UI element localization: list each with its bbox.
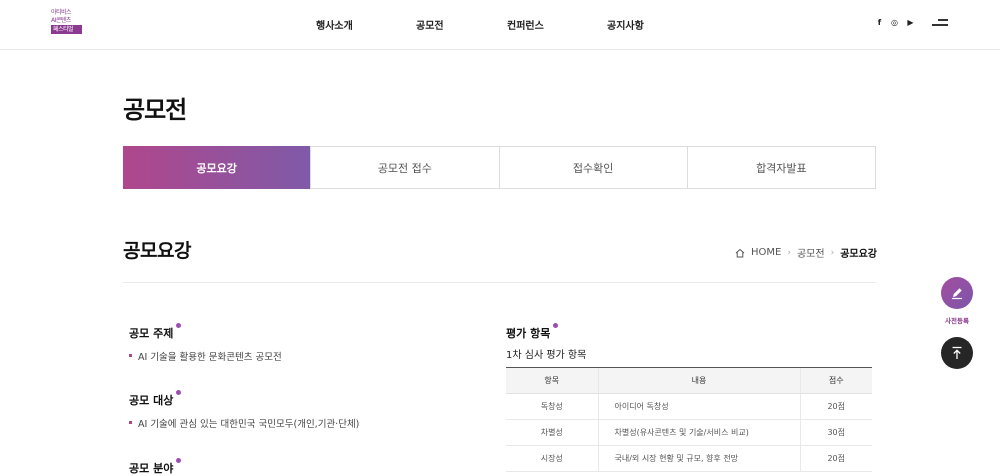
evaluation-section: 평가 항목 1차 심사 평가 항목 항목 내용 점수 독창성 아이디어 독창성 … [506,322,872,472]
nav-item-contest[interactable]: 공모전 [416,17,444,32]
topic-block: 공모 주제 AI 기술을 활용한 문화콘텐츠 공모전 [129,322,282,363]
site-header: 아티비스 AI콘텐츠 페스티벌 행사소개 공모전 컨퍼런스 공지사항 f ◎ ▶ [0,0,1000,50]
row-score: 20점 [799,393,872,420]
pre-register-button[interactable] [941,277,973,309]
row-content: 아이디어 독창성 [597,393,800,420]
breadcrumb-home[interactable]: HOME [751,247,781,258]
column-header-content: 내용 [597,367,800,394]
contest-tabs: 공모요강 공모전 접수 접수확인 합격자발표 [123,146,876,189]
row-item: 독창성 [506,393,598,420]
table-row: 독창성 아이디어 독창성 20점 [506,393,872,420]
row-content: 차별성(유사콘텐츠 및 기술/서비스 비교) [597,419,800,446]
instagram-icon[interactable]: ◎ [890,18,899,27]
tab-guidelines[interactable]: 공모요강 [123,146,312,189]
chevron-right-icon: › [787,247,791,258]
home-icon[interactable] [735,248,745,258]
target-block: 공모 대상 AI 기술에 관심 있는 대한민국 국민모두(개인,기관·단체) [129,389,359,430]
row-score: 20점 [799,445,872,472]
column-header-item: 항목 [506,367,598,394]
row-item: 시장성 [506,445,598,472]
evaluation-subtitle: 1차 심사 평가 항목 [506,350,587,361]
logo-line-1: 아티비스 [51,9,72,16]
arrow-up-icon [952,346,962,359]
page-title: 공모전 [123,96,187,124]
nav-item-event-intro[interactable]: 행사소개 [316,17,353,32]
youtube-icon[interactable]: ▶ [906,18,915,27]
section-divider [123,282,876,283]
target-text: AI 기술에 관심 있는 대한민국 국민모두(개인,기관·단체) [129,416,359,430]
festival-logo[interactable]: 아티비스 AI콘텐츠 페스티벌 [51,9,82,38]
field-block: 공모 분야 [129,457,182,476]
nav-item-conference[interactable]: 컨퍼런스 [507,17,544,32]
field-heading: 공모 분야 [129,458,182,475]
pencil-icon [952,288,962,300]
row-item: 차별성 [506,419,598,446]
evaluation-heading: 평가 항목 [506,323,559,340]
nav-item-notice[interactable]: 공지사항 [607,17,644,32]
evaluation-table: 항목 내용 점수 독창성 아이디어 독창성 20점 차별성 차별성(유사콘텐츠 … [506,367,872,472]
scroll-top-button[interactable] [941,337,973,369]
tab-application[interactable]: 공모전 접수 [311,147,500,188]
tab-confirm[interactable]: 접수확인 [500,147,688,188]
section-title: 공모요강 [123,240,191,262]
logo-line-2: AI콘텐츠 [51,17,71,24]
row-content: 국내/외 시장 현황 및 규모, 향후 전망 [597,445,800,472]
table-row: 차별성 차별성(유사콘텐츠 및 기술/서비스 비교) 30점 [506,419,872,446]
topic-text: AI 기술을 활용한 문화콘텐츠 공모전 [129,349,282,363]
tab-results[interactable]: 합격자발표 [688,147,875,188]
table-row: 시장성 국내/외 시장 현황 및 규모, 향후 전망 20점 [506,445,872,472]
logo-line-3: 페스티벌 [51,25,82,34]
topic-heading: 공모 주제 [129,323,182,340]
chevron-right-icon: › [830,247,835,258]
facebook-icon[interactable]: f [875,18,884,27]
row-score: 30점 [799,419,872,446]
pre-register-label: 사전등록 [945,317,969,325]
hamburger-menu-icon[interactable] [932,18,948,28]
column-header-score: 점수 [799,367,872,394]
breadcrumb-level1[interactable]: 공모전 [797,245,825,260]
target-heading: 공모 대상 [129,390,182,407]
breadcrumb: HOME › 공모전 › 공모요강 [735,245,877,260]
breadcrumb-current: 공모요강 [840,249,877,260]
